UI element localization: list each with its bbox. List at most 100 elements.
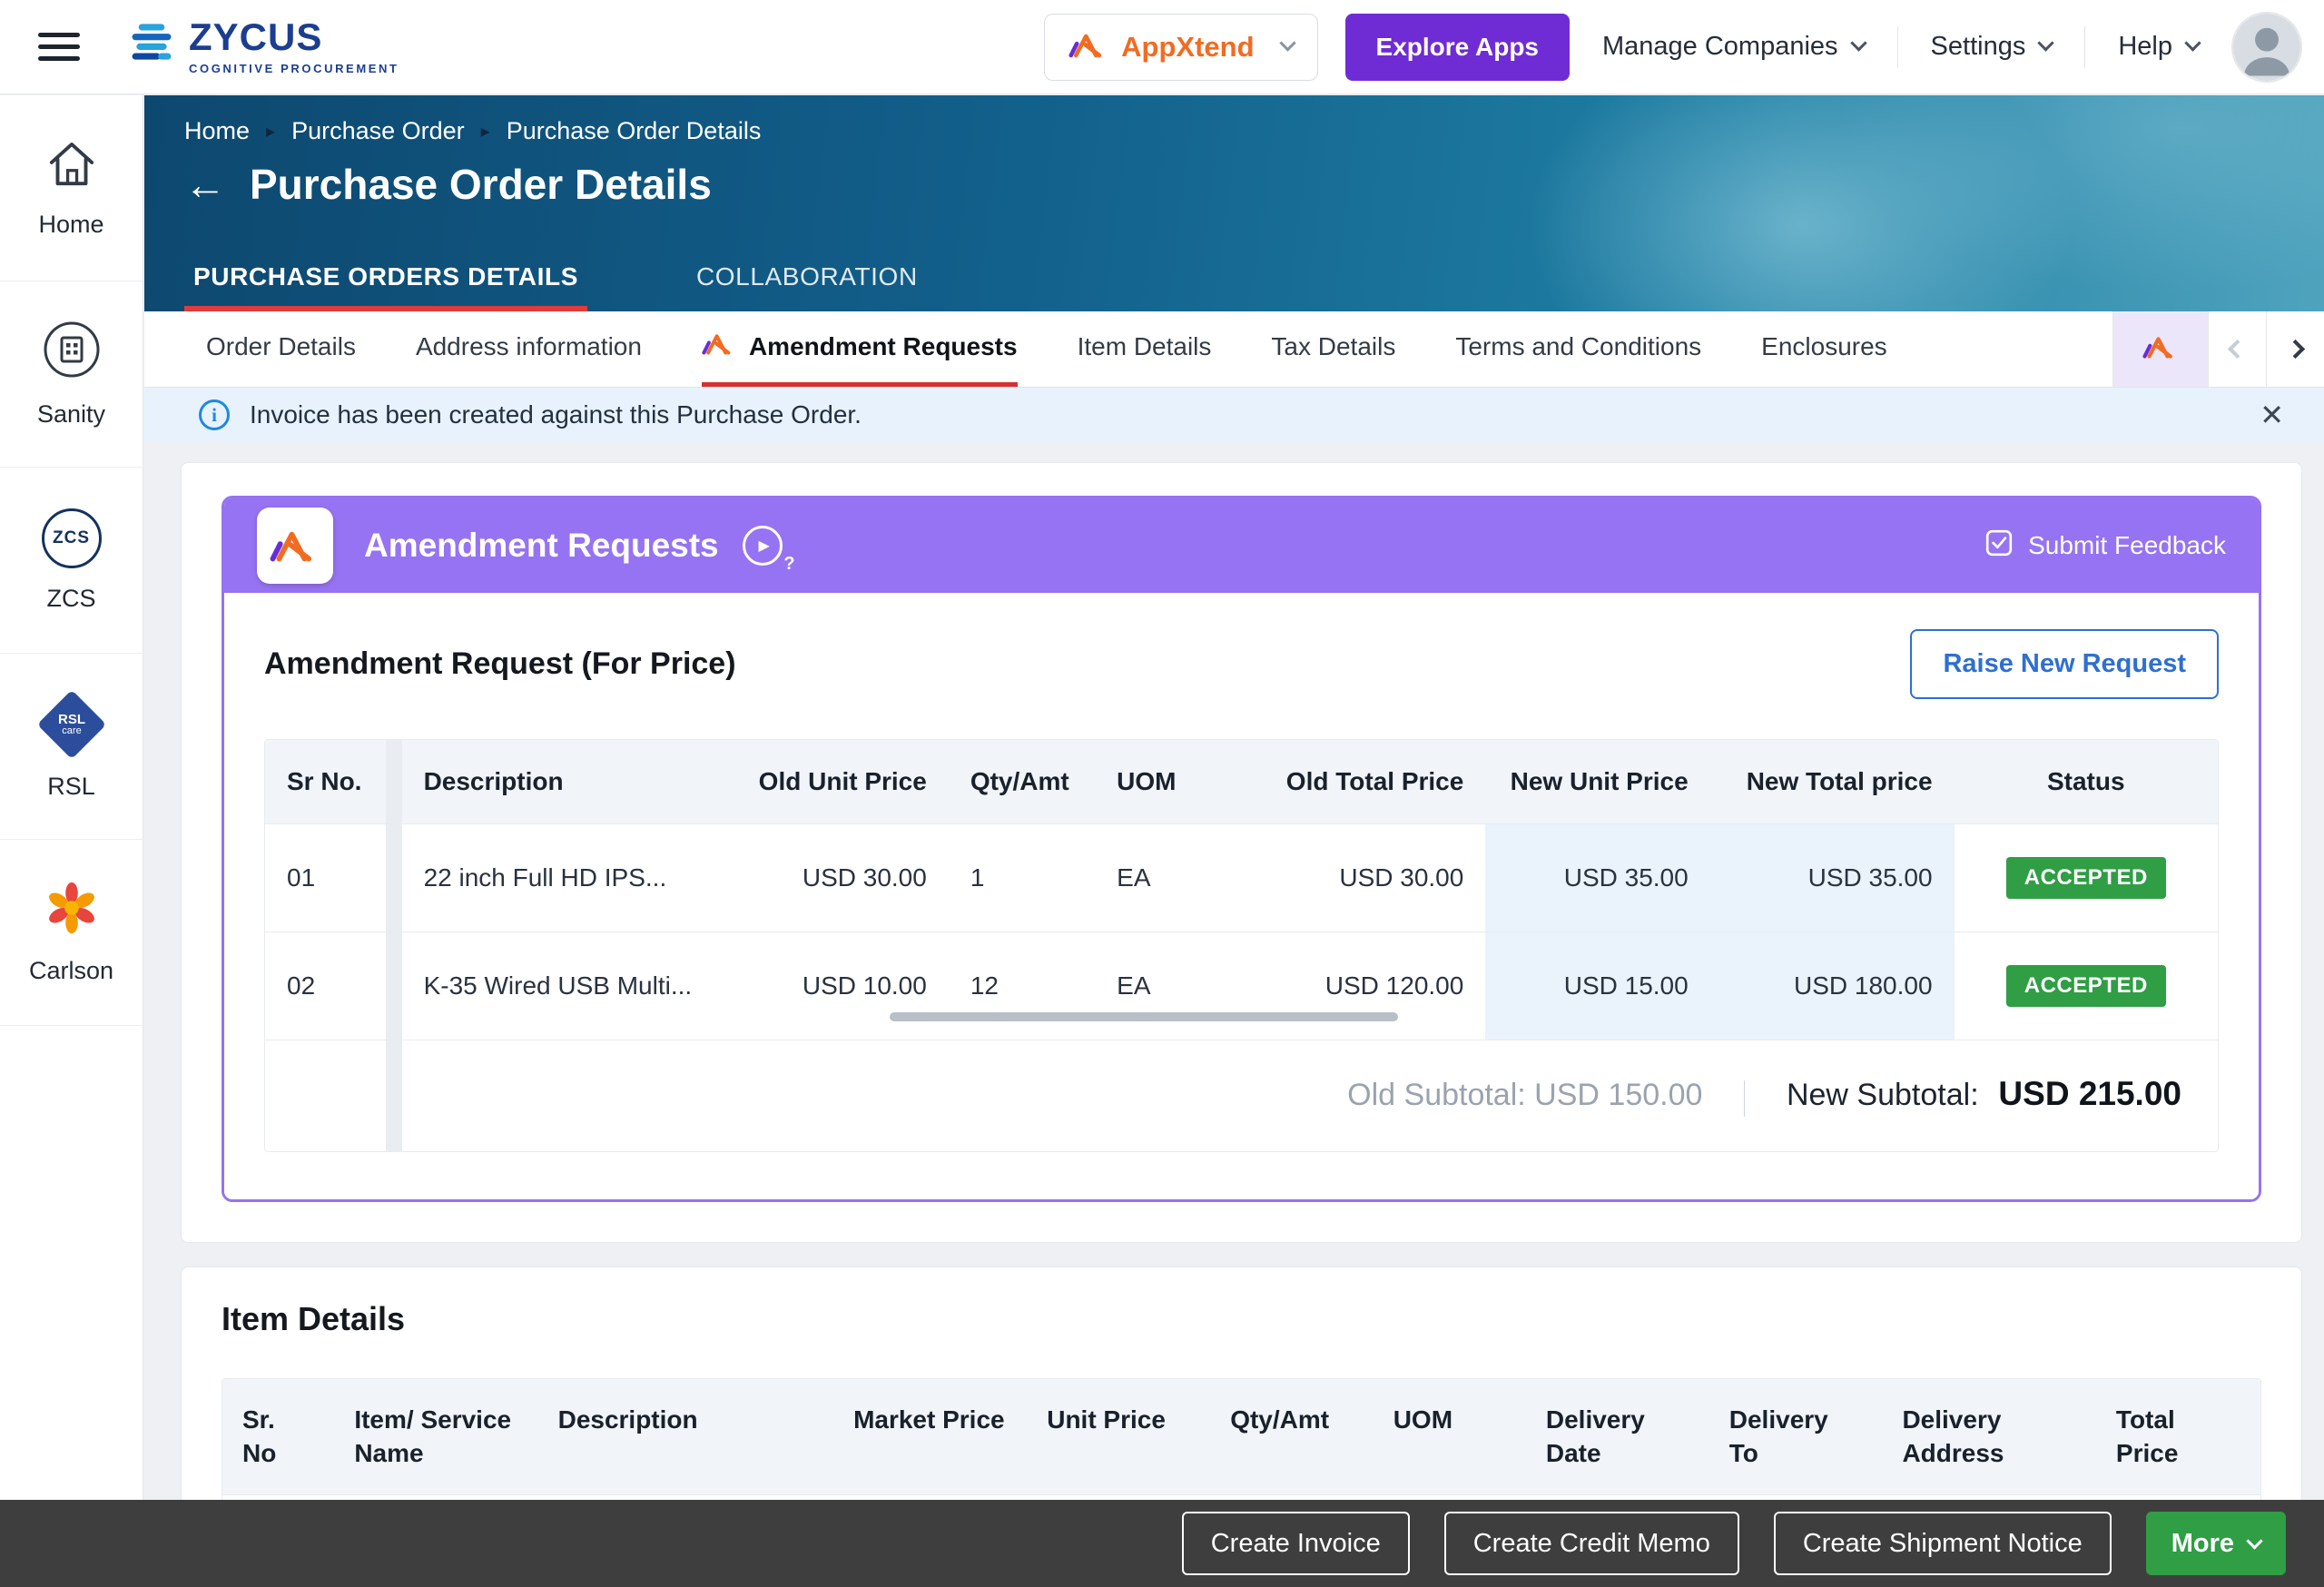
frozen-column-divider	[386, 1040, 401, 1151]
user-avatar[interactable]	[2231, 12, 2302, 83]
table-header-row: Sr. No Item/ Service Name Description Ma…	[222, 1379, 2260, 1495]
amendment-card: Amendment Requests ▶ ? Submit Feedback	[181, 462, 2302, 1243]
table-row: 02 K-35 Wired USB Multi... USD 10.00 12 …	[265, 932, 2218, 1040]
tab-address-information[interactable]: Address information	[416, 311, 642, 387]
breadcrumb-arrow-icon: ▸	[481, 120, 490, 143]
breadcrumb-purchase-order[interactable]: Purchase Order	[291, 117, 465, 145]
tab-enclosures[interactable]: Enclosures	[1761, 311, 1887, 387]
tab-purchase-orders-details[interactable]: PURCHASE ORDERS DETAILS	[184, 262, 587, 311]
submit-feedback-button[interactable]: Submit Feedback	[1984, 528, 2226, 564]
sidebar: Home Sanity ZCS ZCS RSL care RSL	[0, 95, 143, 1587]
divider	[2084, 26, 2085, 68]
amendment-widget: Amendment Requests ▶ ? Submit Feedback	[222, 496, 2261, 1202]
col-delivery-address: Delivery Address	[1882, 1379, 2095, 1495]
more-button[interactable]: More	[2146, 1512, 2286, 1575]
tabs-scroll-right-button[interactable]	[2266, 311, 2324, 387]
tab-item-details[interactable]: Item Details	[1078, 311, 1212, 387]
breadcrumb-purchase-order-details[interactable]: Purchase Order Details	[507, 117, 762, 145]
feedback-icon	[1984, 528, 2014, 564]
rsl-icon: RSL care	[36, 689, 105, 758]
new-subtotal-value: USD 215.00	[1998, 1075, 2181, 1112]
col-qty-amt: Qty/Amt	[1210, 1379, 1374, 1495]
close-icon[interactable]: ✕	[2252, 398, 2291, 432]
sidebar-item-label: Carlson	[29, 957, 113, 985]
item-details-title: Item Details	[222, 1300, 2261, 1338]
sidebar-item-home[interactable]: Home	[0, 95, 143, 281]
col-delivery-date: Delivery Date	[1526, 1379, 1709, 1495]
frozen-column-divider	[386, 932, 401, 1040]
sidebar-item-sanity[interactable]: Sanity	[0, 281, 143, 468]
settings-label: Settings	[1931, 32, 2026, 62]
content-area: Amendment Requests ▶ ? Submit Feedback	[144, 442, 2324, 1587]
tab-tax-details[interactable]: Tax Details	[1271, 311, 1395, 387]
raise-new-request-button[interactable]: Raise New Request	[1910, 629, 2219, 699]
chevron-down-icon	[2184, 34, 2201, 51]
col-total-price: Total Price	[2096, 1379, 2260, 1495]
chevron-down-icon	[1850, 34, 1866, 51]
sidebar-item-carlson[interactable]: Carlson	[0, 840, 143, 1026]
col-description: Description	[402, 740, 724, 824]
brand-name: ZYCUS	[189, 18, 399, 56]
col-qty-amt: Qty/Amt	[949, 740, 1095, 824]
col-uom: UOM	[1374, 1379, 1526, 1495]
sidebar-item-rsl[interactable]: RSL care RSL	[0, 654, 143, 840]
status-badge: ACCEPTED	[2006, 965, 2166, 1007]
breadcrumb-home[interactable]: Home	[184, 117, 250, 145]
frozen-column-divider	[386, 740, 401, 824]
amendment-panel-title: Amendment Requests	[364, 527, 719, 565]
carlson-flower-icon	[44, 880, 100, 941]
info-icon: i	[199, 399, 230, 430]
tabs-scroll-left-button[interactable]	[2208, 311, 2266, 387]
explore-apps-button[interactable]: Explore Apps	[1345, 14, 1570, 81]
appxtend-logo-icon	[1068, 33, 1108, 61]
table-header-row: Sr No. Description Old Unit Price Qty/Am…	[265, 740, 2218, 824]
col-new-unit-price: New Unit Price	[1485, 740, 1709, 824]
amendment-table: Sr No. Description Old Unit Price Qty/Am…	[264, 739, 2219, 1152]
create-invoice-button[interactable]: Create Invoice	[1182, 1512, 1410, 1575]
col-sr-no: Sr. No	[222, 1379, 334, 1495]
chevron-left-icon	[2228, 340, 2247, 359]
appxtend-tab[interactable]	[2113, 311, 2208, 387]
detail-tabs: Order Details Address information Amendm…	[144, 311, 2324, 388]
play-help-icon[interactable]: ▶ ?	[743, 526, 783, 566]
tab-order-details[interactable]: Order Details	[206, 311, 356, 387]
tab-amendment-requests[interactable]: Amendment Requests	[702, 311, 1018, 387]
back-arrow-icon[interactable]: ←	[184, 163, 226, 205]
help-menu[interactable]: Help	[2112, 32, 2204, 62]
appxtend-logo-icon	[2142, 336, 2179, 363]
info-banner: i Invoice has been created against this …	[144, 388, 2324, 442]
tab-terms-and-conditions[interactable]: Terms and Conditions	[1455, 311, 1701, 387]
create-credit-memo-button[interactable]: Create Credit Memo	[1444, 1512, 1739, 1575]
tab-collaboration[interactable]: COLLABORATION	[687, 262, 927, 311]
col-old-unit-price: Old Unit Price	[724, 740, 948, 824]
sidebar-item-zcs[interactable]: ZCS ZCS	[0, 468, 143, 654]
create-shipment-notice-button[interactable]: Create Shipment Notice	[1774, 1512, 2112, 1575]
horizontal-scrollbar[interactable]	[890, 1012, 1397, 1021]
menu-icon[interactable]	[38, 25, 80, 68]
zycus-logo-icon	[127, 22, 176, 72]
col-new-total-price: New Total price	[1710, 740, 1955, 824]
appxtend-logo-icon	[257, 508, 333, 584]
divider	[1897, 26, 1898, 68]
col-sr-no: Sr No.	[265, 740, 386, 824]
action-bar: Create Invoice Create Credit Memo Create…	[0, 1500, 2324, 1587]
appxtend-logo-icon	[702, 332, 736, 361]
col-status: Status	[1955, 740, 2218, 824]
appxtend-label: AppXtend	[1121, 31, 1254, 64]
appxtend-button[interactable]: AppXtend	[1044, 14, 1317, 81]
col-uom: UOM	[1095, 740, 1241, 824]
status-badge: ACCEPTED	[2006, 857, 2166, 899]
manage-companies-menu[interactable]: Manage Companies	[1597, 32, 1870, 62]
zycus-logo: ZYCUS COGNITIVE PROCUREMENT	[127, 18, 399, 75]
frozen-column-divider	[386, 824, 401, 932]
breadcrumb: Home ▸ Purchase Order ▸ Purchase Order D…	[184, 117, 2324, 145]
top-header: ZYCUS COGNITIVE PROCUREMENT AppXtend Exp…	[0, 0, 2324, 94]
chevron-down-icon	[1279, 34, 1295, 51]
chevron-down-icon	[2038, 34, 2054, 51]
chevron-right-icon	[2286, 340, 2305, 359]
home-icon	[44, 137, 100, 194]
amendment-section-title: Amendment Request (For Price)	[264, 646, 736, 682]
settings-menu[interactable]: Settings	[1925, 32, 2058, 62]
new-subtotal-label: New Subtotal:	[1787, 1078, 1979, 1112]
sidebar-item-label: Sanity	[37, 400, 105, 429]
